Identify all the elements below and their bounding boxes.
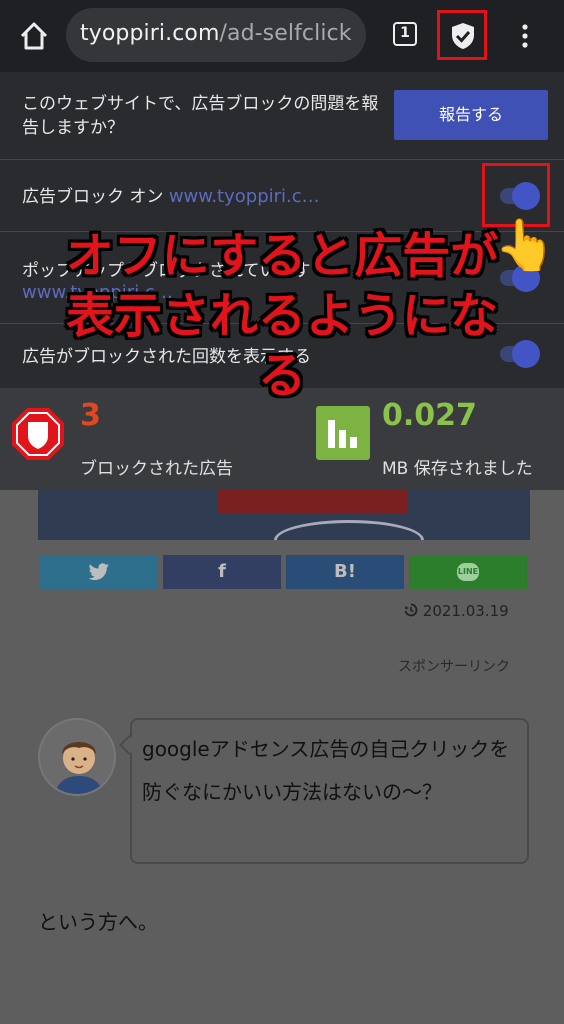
url-path: /ad-selfclick [219, 21, 352, 46]
toggle-knob [512, 340, 540, 368]
adblock-label-text: 広告ブロック オン [22, 187, 164, 207]
twitter-share-button[interactable] [40, 555, 158, 589]
line-share-button[interactable]: LINE [409, 555, 527, 589]
url-text: tyoppiri.com/ad-selfclick [80, 21, 352, 46]
sponsor-label: スポンサーリンク [398, 659, 510, 675]
tab-switcher-button[interactable]: 1 [393, 22, 417, 46]
more-vert-icon[interactable] [514, 22, 536, 50]
history-icon [404, 603, 418, 617]
count-toggle[interactable] [498, 340, 540, 368]
report-question: このウェブサイトで、広告ブロックの問題を報告しますか？ [22, 94, 379, 138]
adblock-site: www.tyoppiri.c… [168, 186, 320, 207]
report-row: このウェブサイトで、広告ブロックの問題を報告しますか？ 報告する [0, 72, 564, 160]
blocked-label: ブロックされた広告 [80, 459, 233, 479]
home-icon[interactable] [18, 20, 50, 52]
bar-chart-icon [316, 406, 370, 460]
hero-shape [218, 490, 408, 514]
hero-ring [274, 520, 424, 540]
article-body-text: という方へ。 [38, 910, 158, 934]
avatar [38, 718, 116, 796]
report-button[interactable]: 報告する [394, 90, 548, 140]
speech-bubble-text: googleアドセンス広告の自己クリックを防ぐなにかいい方法はないの～？ [142, 737, 510, 804]
facebook-share-button[interactable]: f [163, 555, 281, 589]
shield-check-icon[interactable] [437, 10, 487, 60]
annotation-caption: オフにすると広告が表示されるようになる [65, 228, 499, 404]
saved-label: MB 保存されました [382, 459, 533, 479]
post-date: 2021.03.19 [404, 602, 509, 620]
adblock-toggle-row[interactable]: 広告ブロック オン www.tyoppiri.c… [0, 160, 564, 232]
adblock-toggle-label: 広告ブロック オン www.tyoppiri.c… [22, 182, 320, 207]
twitter-icon [88, 563, 109, 581]
url-domain: tyoppiri.com [80, 21, 220, 46]
line-icon: LINE [457, 563, 479, 581]
hatena-share-button[interactable]: B! [286, 555, 404, 589]
browser-toolbar: tyoppiri.com/ad-selfclick 1 [0, 0, 564, 72]
pointing-hand-icon: 👆 [494, 216, 557, 274]
stop-sign-icon [10, 406, 66, 462]
hero-image [38, 490, 530, 540]
address-bar[interactable]: tyoppiri.com/ad-selfclick [66, 8, 366, 62]
post-date-text: 2021.03.19 [422, 602, 509, 620]
